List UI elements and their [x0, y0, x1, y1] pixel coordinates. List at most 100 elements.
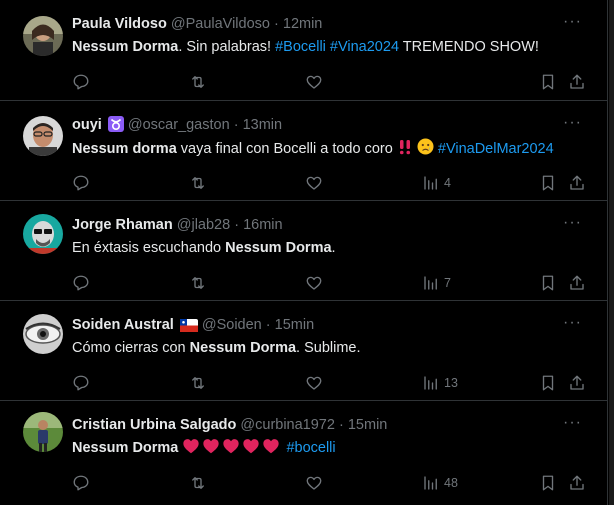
red-heart-emoji: [242, 438, 260, 460]
share-button[interactable]: [568, 273, 586, 293]
like-button[interactable]: [305, 273, 323, 293]
tweet-header: Paula Vildoso @PaulaVildoso · 12min: [72, 14, 567, 34]
avatar[interactable]: [23, 412, 63, 452]
timestamp[interactable]: 16min: [243, 217, 283, 233]
retweet-button[interactable]: [189, 273, 207, 293]
bookmark-icon: [542, 375, 554, 391]
reply-button[interactable]: [72, 273, 90, 293]
bookmark-button[interactable]: [539, 473, 557, 493]
share-icon: [570, 275, 584, 290]
retweet-button[interactable]: [189, 373, 207, 393]
display-name[interactable]: ouyi: [72, 117, 102, 133]
user-handle[interactable]: @PaulaVildoso: [171, 16, 270, 32]
heart-icon: [306, 376, 322, 390]
user-handle[interactable]: @Soiden: [202, 317, 262, 333]
timestamp[interactable]: 15min: [348, 417, 388, 433]
share-button[interactable]: [568, 473, 586, 493]
bookmark-button[interactable]: [539, 273, 557, 293]
more-options-icon[interactable]: ···: [563, 115, 582, 131]
avatar[interactable]: [23, 314, 63, 354]
more-options-icon[interactable]: ···: [563, 415, 582, 431]
bookmark-button[interactable]: [539, 173, 557, 193]
tweet-text: En éxtasis escuchando Nessum Dorma.: [72, 238, 587, 258]
retweet-button[interactable]: [189, 173, 207, 193]
bookmark-button[interactable]: [539, 72, 557, 92]
display-name[interactable]: Cristian Urbina Salgado: [72, 417, 236, 433]
reply-icon: [73, 375, 89, 391]
like-button[interactable]: [305, 173, 323, 193]
action-bar: 4: [72, 173, 602, 193]
red-heart-emoji: [182, 438, 200, 460]
tweet[interactable]: Soiden Austral @Soiden · 15min ··· Cómo …: [0, 301, 607, 401]
heart-icon: [306, 276, 322, 290]
more-options-icon[interactable]: ···: [563, 14, 582, 30]
more-options-icon[interactable]: ···: [563, 315, 582, 331]
avatar[interactable]: [23, 116, 63, 156]
bookmark-button[interactable]: [539, 373, 557, 393]
heart-icon: [306, 176, 322, 190]
retweet-button[interactable]: [189, 72, 207, 92]
reply-button[interactable]: [72, 173, 90, 193]
tweet-header: Jorge Rhaman @jlab28 · 16min: [72, 215, 567, 235]
eye-photo-avatar: [23, 314, 63, 354]
like-button[interactable]: [305, 72, 323, 92]
views-button[interactable]: 4: [422, 173, 451, 193]
tweet-header: Cristian Urbina Salgado @curbina1972 · 1…: [72, 415, 567, 435]
text-segment: .: [331, 240, 336, 256]
display-name[interactable]: Jorge Rhaman: [72, 217, 173, 233]
hashtag-link[interactable]: #Vina2024: [330, 39, 399, 55]
separator-dot: ·: [274, 16, 279, 32]
share-button[interactable]: [568, 173, 586, 193]
share-icon: [570, 74, 584, 89]
views-button[interactable]: 7: [422, 273, 451, 293]
bold-text: Nessum dorma: [72, 141, 177, 157]
text-segment: TREMENDO SHOW!: [399, 39, 539, 55]
avatar[interactable]: [23, 214, 63, 254]
reply-button[interactable]: [72, 72, 90, 92]
hashtag-link[interactable]: #Bocelli: [275, 39, 326, 55]
user-handle[interactable]: @jlab28: [177, 217, 230, 233]
display-name[interactable]: Soiden Austral: [72, 317, 174, 333]
taurus-emoji: [107, 116, 124, 138]
like-button[interactable]: [305, 373, 323, 393]
share-icon: [570, 175, 584, 190]
action-bar: 48: [72, 473, 602, 493]
tweet[interactable]: Jorge Rhaman @jlab28 · 16min ··· En éxta…: [0, 201, 607, 301]
hashtag-link[interactable]: #VinaDelMar2024: [438, 141, 554, 157]
views-button[interactable]: 13: [422, 373, 458, 393]
analytics-icon: [424, 376, 437, 390]
like-button[interactable]: [305, 473, 323, 493]
action-bar: 7: [72, 273, 602, 293]
views-button[interactable]: 48: [422, 473, 458, 493]
avatar[interactable]: [23, 16, 63, 56]
tweet[interactable]: ouyi @oscar_gaston · 13min ··· Nessum do…: [0, 101, 607, 201]
tweet-header: ouyi @oscar_gaston · 13min: [72, 115, 567, 138]
share-button[interactable]: [568, 373, 586, 393]
hashtag-link[interactable]: #bocelli: [286, 440, 335, 456]
retweet-icon: [192, 477, 204, 489]
reply-button[interactable]: [72, 473, 90, 493]
share-button[interactable]: [568, 72, 586, 92]
user-handle[interactable]: @oscar_gaston: [128, 117, 230, 133]
more-options-icon[interactable]: ···: [563, 215, 582, 231]
bold-text: Nessum Dorma: [72, 39, 179, 55]
share-icon: [570, 475, 584, 490]
separator-dot: ·: [234, 217, 240, 233]
scrollbar[interactable]: [609, 0, 614, 505]
reply-icon: [73, 175, 89, 191]
tweet-text: Nessum Dorma #bocelli: [72, 438, 587, 460]
analytics-icon: [424, 276, 437, 290]
separator-dot: ·: [233, 117, 239, 133]
timestamp[interactable]: 12min: [283, 16, 323, 32]
reply-button[interactable]: [72, 373, 90, 393]
timestamp[interactable]: 15min: [275, 317, 315, 333]
timestamp[interactable]: 13min: [243, 117, 283, 133]
bold-text: Nessum Dorma: [189, 340, 297, 356]
sad-face-emoji: [417, 138, 434, 161]
retweet-button[interactable]: [189, 473, 207, 493]
display-name[interactable]: Paula Vildoso: [72, 16, 167, 32]
tweet[interactable]: Cristian Urbina Salgado @curbina1972 · 1…: [0, 401, 607, 505]
user-handle[interactable]: @curbina1972: [240, 417, 335, 433]
person-outdoor-avatar: [23, 412, 63, 452]
tweet[interactable]: Paula Vildoso @PaulaVildoso · 12min ··· …: [0, 0, 607, 101]
